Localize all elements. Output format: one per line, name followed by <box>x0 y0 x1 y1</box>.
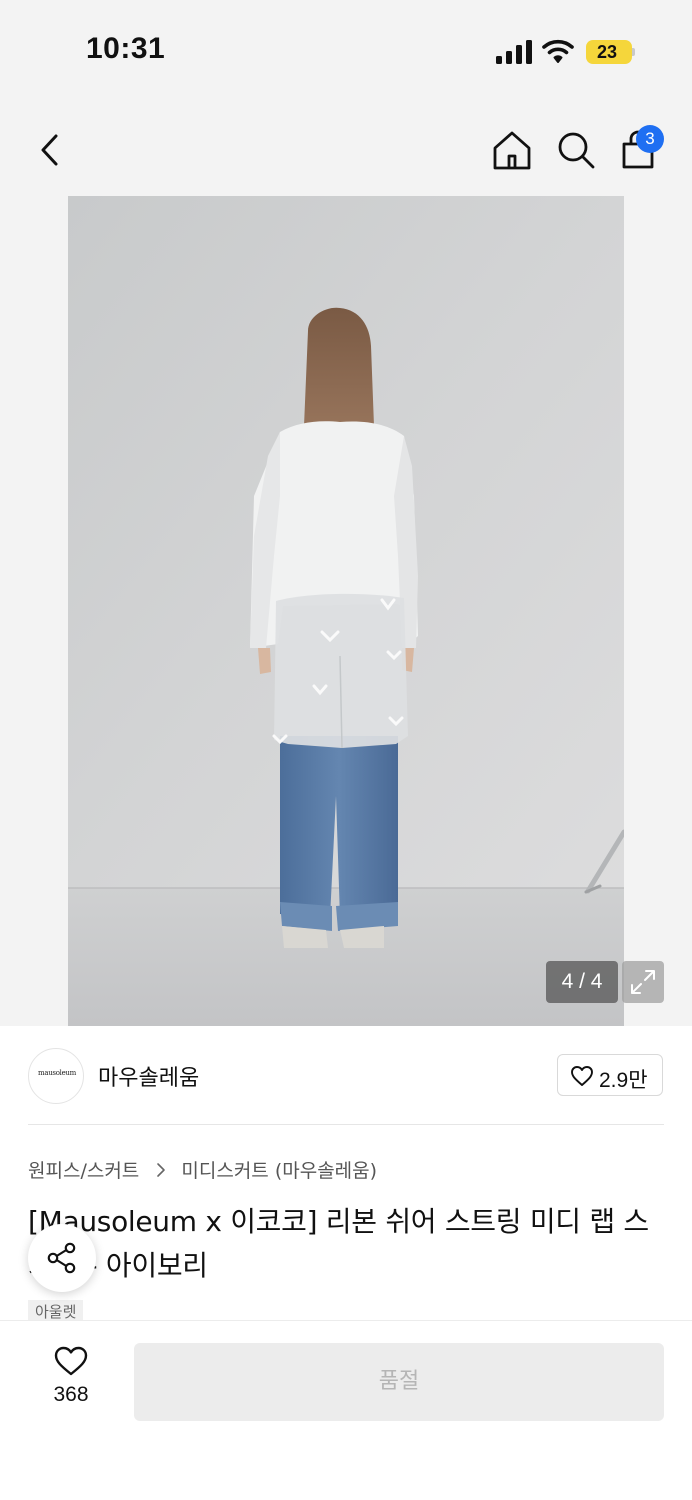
cellular-signal-icon <box>496 40 532 64</box>
search-icon <box>558 132 595 169</box>
brand-like-count: 2.9만 <box>599 1069 648 1092</box>
bottom-action-bar: 368 품절 <box>0 1320 692 1500</box>
wishlist-count: 368 <box>53 1383 89 1406</box>
home-icon <box>493 131 531 170</box>
cart-count-badge: 3 <box>636 125 664 153</box>
status-bar: 10:31 23 <box>0 0 692 100</box>
heart-icon <box>571 1066 593 1086</box>
brand-logo[interactable]: mausoleum <box>28 1048 84 1104</box>
chevron-right-icon <box>157 1162 166 1177</box>
product-photo-image <box>68 196 624 1026</box>
status-time: 10:31 <box>86 32 166 65</box>
search-button[interactable] <box>552 126 600 174</box>
expand-icon <box>631 970 655 994</box>
battery-indicator: 23 <box>586 40 632 64</box>
battery-nub <box>632 48 635 56</box>
share-button[interactable] <box>28 1224 96 1292</box>
product-photo[interactable] <box>68 196 624 1026</box>
brand-row[interactable]: mausoleum 마우솔레움 2.9만 <box>0 1026 692 1124</box>
battery-level: 23 <box>596 42 618 62</box>
share-icon <box>47 1242 76 1274</box>
image-page-counter: 4 / 4 <box>546 961 618 1003</box>
brand-name[interactable]: 마우솔레움 <box>98 1060 199 1092</box>
home-button[interactable] <box>488 126 536 174</box>
breadcrumb: 원피스/스커트 미디스커트 (마우솔레움) <box>28 1156 377 1184</box>
brand-logo-text: mausoleum <box>38 1069 76 1077</box>
back-button[interactable] <box>26 126 74 174</box>
top-nav-bar <box>0 100 692 196</box>
wifi-icon <box>542 39 574 63</box>
sold-out-button[interactable]: 품절 <box>134 1343 664 1421</box>
expand-image-button[interactable] <box>622 961 664 1003</box>
brand-like-button[interactable]: 2.9만 <box>557 1054 663 1096</box>
product-title: [Mausoleum x 이코코] 리본 쉬어 스트링 미디 랩 스커트 - 아… <box>28 1205 649 1282</box>
chevron-left-icon <box>41 134 58 166</box>
breadcrumb-category[interactable]: 원피스/스커트 <box>28 1160 139 1182</box>
product-gallery[interactable]: 4 / 4 <box>0 196 692 1026</box>
wishlist-button[interactable]: 368 <box>40 1345 102 1409</box>
breadcrumb-subcategory[interactable]: 미디스커트 (마우솔레움) <box>181 1160 377 1182</box>
divider <box>28 1124 664 1125</box>
heart-icon <box>54 1346 88 1376</box>
